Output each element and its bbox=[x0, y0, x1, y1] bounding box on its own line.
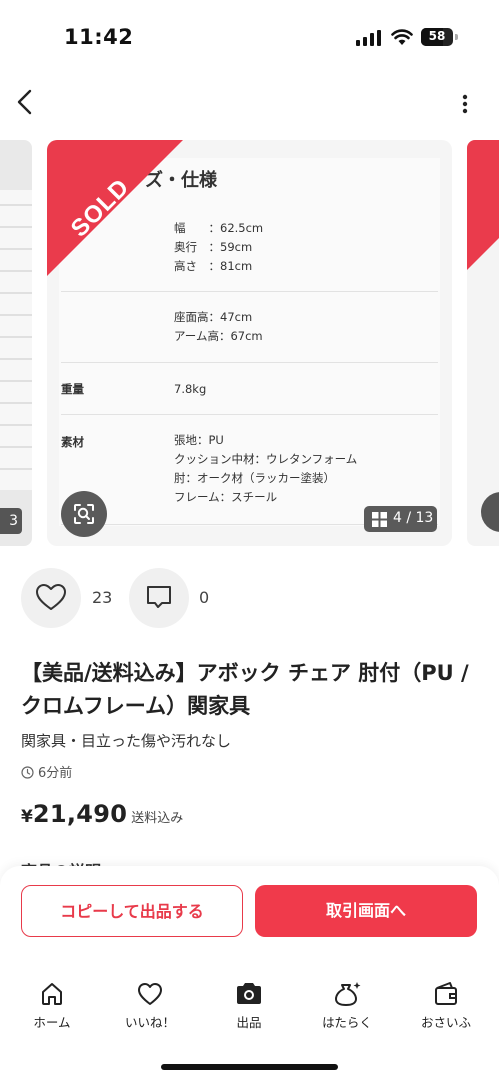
tab-work[interactable]: はたらく bbox=[307, 980, 387, 1036]
tab-likes[interactable]: いいね！ bbox=[110, 980, 190, 1036]
image-search-button[interactable] bbox=[61, 491, 107, 537]
item-subtitle: 関家具・目立った傷や汚れなし bbox=[21, 732, 232, 750]
item-title: 【美品/送料込み】アボック チェア 肘付（PU / クロムフレーム）関家具 bbox=[21, 661, 469, 718]
brick-wall-photo bbox=[0, 190, 32, 490]
size-depth: 奥行 ：59cm bbox=[174, 240, 253, 254]
posted-time: 6分前 bbox=[21, 762, 72, 781]
shipping-note: 送料込み bbox=[131, 811, 184, 826]
material-item: 肘：オーク材（ラッカー塗装） bbox=[174, 471, 335, 485]
tab-home[interactable]: ホーム bbox=[12, 980, 92, 1036]
tab-wallet-label: おさいふ bbox=[420, 1015, 471, 1030]
divider bbox=[61, 362, 438, 363]
status-bar: 11:42 58 bbox=[0, 0, 499, 70]
tab-work-label: はたらく bbox=[322, 1015, 372, 1030]
battery-level: 58 bbox=[428, 29, 446, 43]
scan-icon bbox=[481, 492, 499, 532]
arm-height: アーム高：67cm bbox=[174, 329, 263, 343]
camera-icon bbox=[237, 983, 261, 1004]
size-height: 高さ ：81cm bbox=[174, 259, 253, 273]
size-values: 幅 ：62.5cm 奥行 ：59cm 高さ ：81cm bbox=[174, 219, 263, 276]
copy-listing-button[interactable]: コピーして出品する bbox=[21, 885, 243, 937]
like-button[interactable] bbox=[21, 568, 81, 628]
sold-ribbon bbox=[467, 140, 499, 270]
image-counter[interactable]: 4 / 13 bbox=[364, 506, 437, 532]
price-symbol: ¥ bbox=[21, 807, 33, 827]
more-vertical-icon bbox=[462, 94, 468, 114]
tab-sell-label: 出品 bbox=[236, 1015, 262, 1030]
divider bbox=[61, 414, 438, 415]
comment-count: 0 bbox=[199, 588, 210, 607]
wifi-icon bbox=[391, 29, 413, 45]
tab-wallet[interactable]: おさいふ bbox=[406, 980, 486, 1036]
back-button[interactable] bbox=[10, 86, 40, 118]
next-image[interactable] bbox=[467, 140, 499, 546]
grid-icon bbox=[372, 512, 387, 527]
wallet-icon bbox=[435, 982, 457, 1005]
transaction-button[interactable]: 取引画面へ bbox=[255, 885, 477, 937]
comment-button[interactable] bbox=[129, 568, 189, 628]
divider bbox=[61, 291, 438, 292]
price-value: 21,490 bbox=[32, 800, 128, 828]
like-count: 23 bbox=[92, 588, 113, 607]
more-options-button[interactable] bbox=[455, 90, 475, 118]
image-counter-text: 4 / 13 bbox=[393, 510, 434, 526]
chevron-left-icon bbox=[17, 89, 32, 115]
bag-sparkle-icon bbox=[335, 982, 361, 1006]
previous-image[interactable]: 3 bbox=[0, 140, 32, 546]
clock-icon bbox=[21, 766, 34, 779]
posted-time-text: 6分前 bbox=[38, 766, 73, 781]
material-item: 張地：PU bbox=[174, 433, 224, 447]
material-item: フレーム：スチール bbox=[174, 490, 278, 504]
status-time: 11:42 bbox=[64, 25, 134, 49]
image-carousel[interactable]: 3 ズ・仕様 幅 ：62.5cm 奥行 ：59cm 高さ ：81cm 座面高：4… bbox=[0, 140, 499, 548]
seat-height: 座面高：47cm bbox=[174, 310, 253, 324]
heart-icon bbox=[138, 983, 162, 1005]
price: ¥21,490 送料込み bbox=[21, 800, 183, 828]
material-label: 素材 bbox=[61, 435, 84, 449]
battery-icon: 58 bbox=[421, 28, 458, 46]
material-values: 張地：PU クッション中材：ウレタンフォーム 肘：オーク材（ラッカー塗装） フレ… bbox=[174, 431, 357, 507]
material-item: クッション中材：ウレタンフォーム bbox=[174, 452, 358, 466]
home-icon bbox=[42, 983, 62, 1005]
cellular-signal-icon bbox=[356, 30, 381, 46]
previous-image-counter: 3 bbox=[0, 508, 22, 534]
seat-values: 座面高：47cm アーム高：67cm bbox=[174, 308, 263, 346]
tab-home-label: ホーム bbox=[33, 1015, 71, 1030]
home-indicator bbox=[161, 1064, 338, 1070]
comment-icon bbox=[147, 586, 171, 608]
weight-label: 重量 bbox=[61, 382, 84, 396]
weight-value: 7.8kg bbox=[174, 382, 207, 396]
size-width: 幅 ：62.5cm bbox=[174, 221, 264, 235]
tab-sell[interactable]: 出品 bbox=[209, 980, 289, 1036]
heart-icon bbox=[36, 584, 66, 610]
scan-search-icon bbox=[74, 504, 94, 524]
tab-likes-label: いいね！ bbox=[124, 1015, 175, 1030]
current-image-spec-sheet[interactable]: ズ・仕様 幅 ：62.5cm 奥行 ：59cm 高さ ：81cm 座面高：47c… bbox=[47, 140, 452, 546]
